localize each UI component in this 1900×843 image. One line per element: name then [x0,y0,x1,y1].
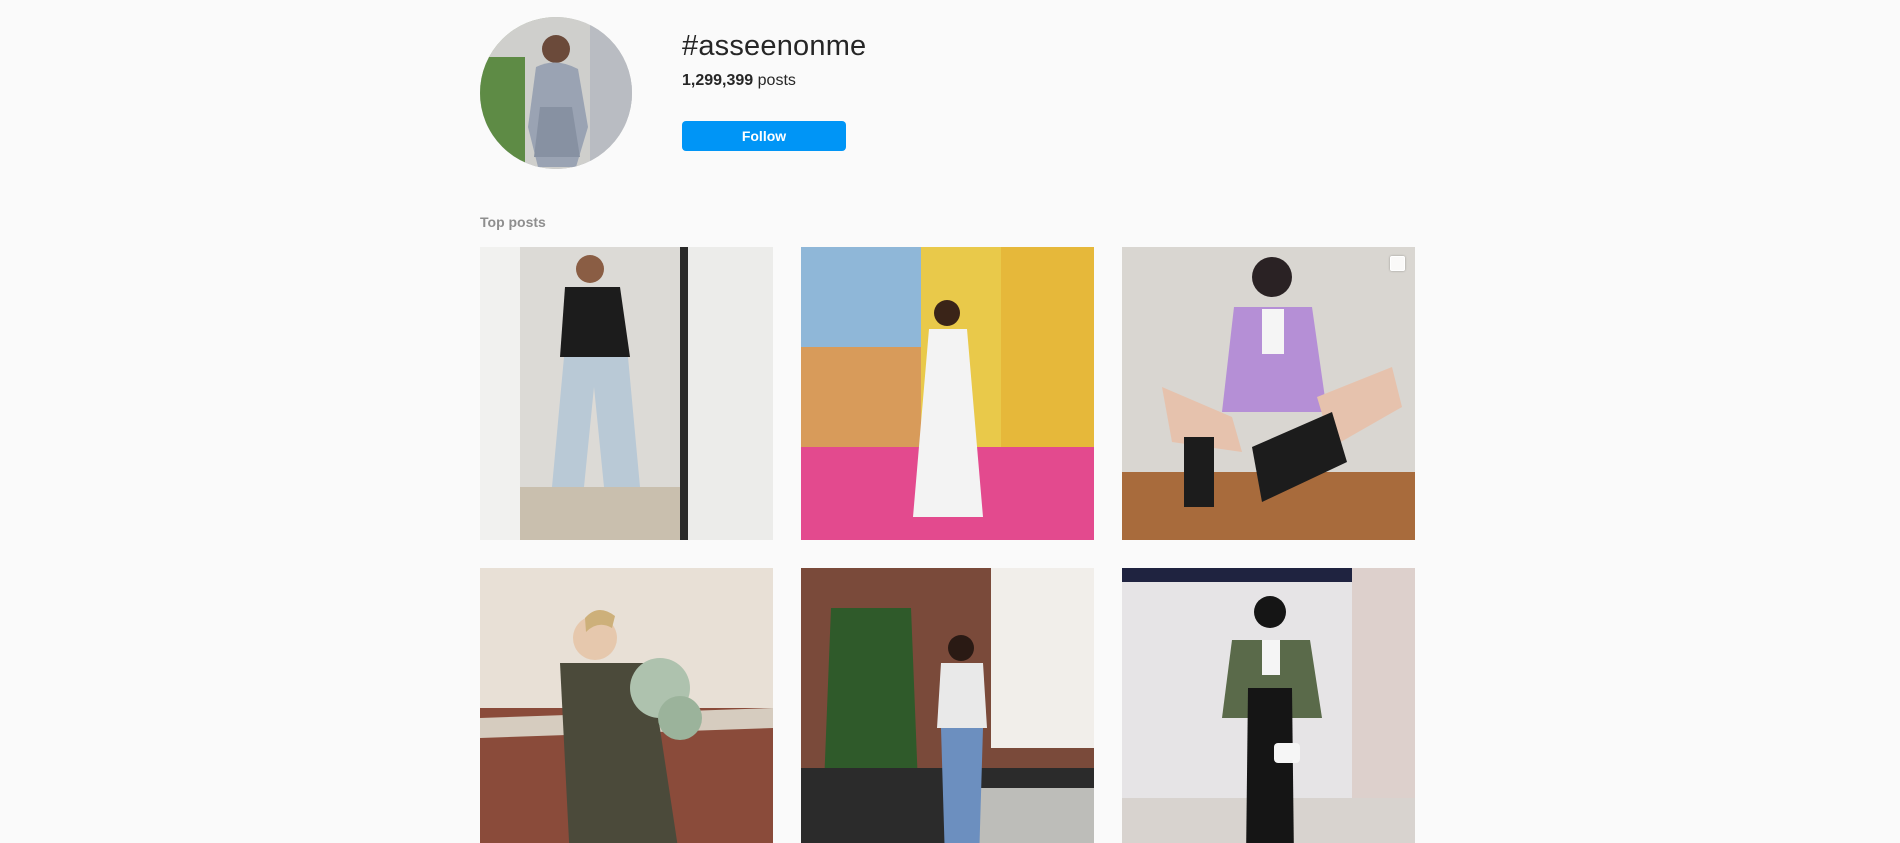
post-tile[interactable] [480,568,773,843]
post-image [801,568,1094,843]
post-tile[interactable] [1122,247,1415,540]
post-tile[interactable] [801,568,1094,843]
post-tile[interactable] [801,247,1094,540]
hashtag-page: #asseenonme 1,299,399 posts Follow Top p… [0,0,1900,843]
post-image [1122,568,1415,843]
hashtag-title: #asseenonme [682,30,867,62]
post-image [480,568,773,843]
post-image [480,247,773,540]
post-image [801,247,1094,540]
post-count: 1,299,399 posts [682,72,796,90]
post-tile[interactable] [1122,568,1415,843]
post-image [1122,247,1415,540]
multiple-photos-icon [1390,256,1405,271]
top-posts-title: Top posts [480,214,546,230]
post-tile[interactable] [480,247,773,540]
hashtag-avatar [480,17,632,169]
post-count-number: 1,299,399 [682,72,754,89]
post-count-label: posts [757,72,796,89]
follow-button[interactable]: Follow [682,121,846,151]
